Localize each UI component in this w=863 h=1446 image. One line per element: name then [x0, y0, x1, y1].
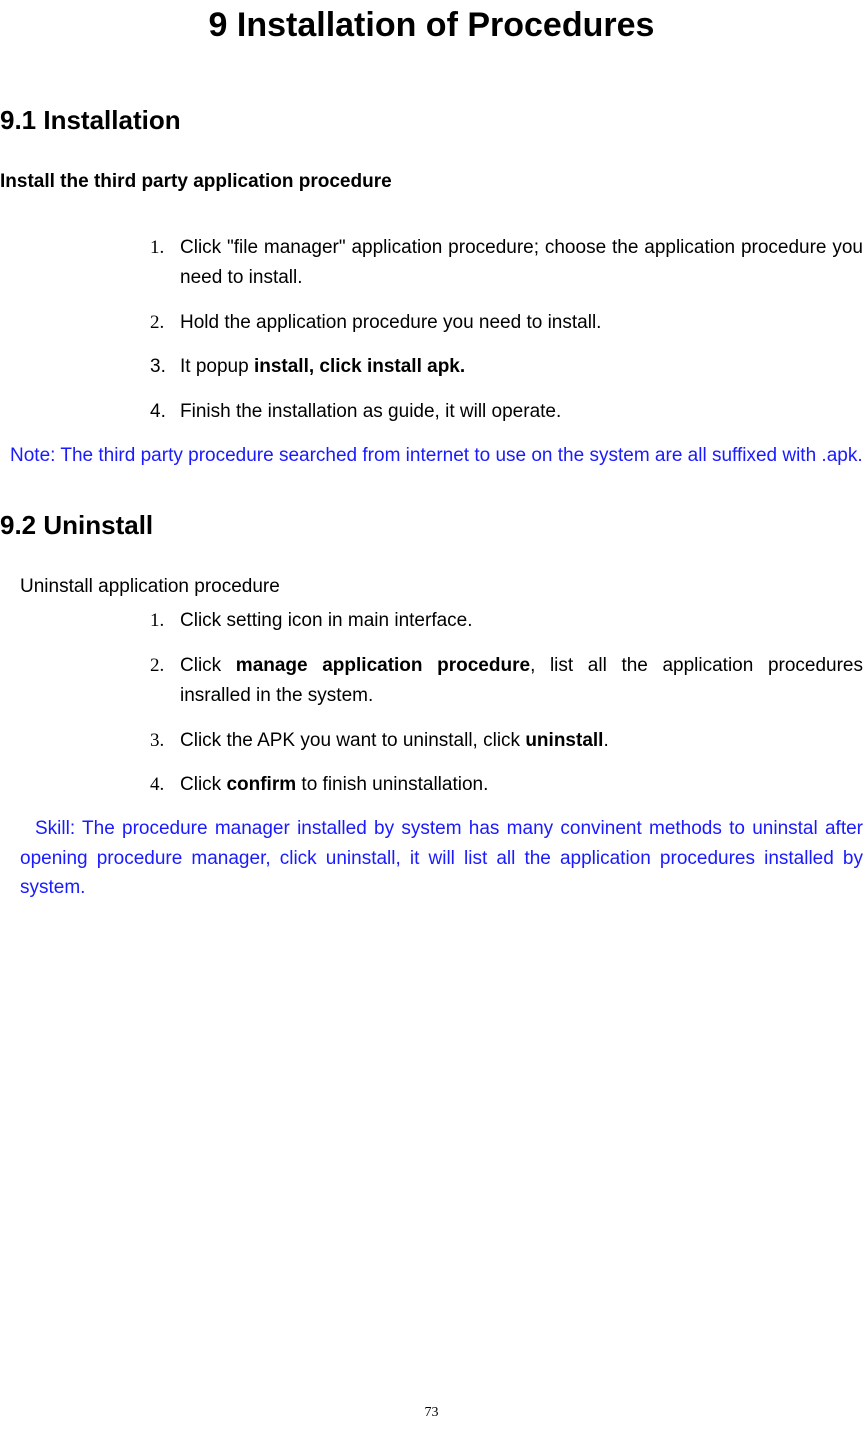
list-item: 4. Click confirm to finish uninstallatio…: [150, 770, 863, 800]
list-content: Click setting icon in main interface.: [180, 606, 863, 636]
text: It popup: [180, 356, 254, 377]
text: Click: [180, 655, 236, 676]
section-92-title: 9.2 Uninstall: [0, 510, 863, 541]
uninstall-list: 1. Click setting icon in main interface.…: [150, 606, 863, 800]
list-content: Click manage application procedure, list…: [180, 651, 863, 712]
text: .: [603, 730, 608, 751]
list-item: 1. Click "file manager" application proc…: [150, 233, 863, 294]
list-content: Hold the application procedure you need …: [180, 308, 863, 338]
list-item: 3. Click the APK you want to uninstall, …: [150, 726, 863, 756]
text: Click the APK you want to uninstall, cli…: [180, 730, 525, 751]
bold-text: manage application procedure: [236, 655, 530, 676]
install-list: 1. Click "file manager" application proc…: [150, 233, 863, 427]
list-marker: 4.: [150, 397, 180, 427]
section-91-title: 9.1 Installation: [0, 105, 863, 136]
list-content: Click confirm to finish uninstallation.: [180, 770, 863, 800]
install-note: Note: The third party procedure searched…: [10, 441, 863, 470]
list-marker: 1.: [150, 233, 180, 294]
list-content: Click "file manager" application procedu…: [180, 233, 863, 294]
list-marker: 4.: [150, 770, 180, 800]
chapter-title: 9 Installation of Procedures: [0, 6, 863, 45]
list-item: 1. Click setting icon in main interface.: [150, 606, 863, 636]
section-91-subtitle: Install the third party application proc…: [0, 171, 863, 193]
list-content: It popup install, click install apk.: [180, 352, 863, 382]
list-item: 2. Hold the application procedure you ne…: [150, 308, 863, 338]
page-number: 73: [0, 1405, 863, 1421]
list-content: Click the APK you want to uninstall, cli…: [180, 726, 863, 756]
bold-text: uninstall: [525, 730, 603, 751]
list-marker: 3.: [150, 352, 180, 382]
list-item: 3. It popup install, click install apk.: [150, 352, 863, 382]
list-marker: 3.: [150, 726, 180, 756]
section-92-intro: Uninstall application procedure: [20, 576, 863, 598]
list-marker: 1.: [150, 606, 180, 636]
list-item: 2. Click manage application procedure, l…: [150, 651, 863, 712]
bold-text: confirm: [226, 774, 296, 795]
list-content: Finish the installation as guide, it wil…: [180, 397, 863, 427]
list-item: 4. Finish the installation as guide, it …: [150, 397, 863, 427]
list-marker: 2.: [150, 651, 180, 712]
text: Click: [180, 774, 226, 795]
bold-text: install, click install apk.: [254, 356, 465, 377]
text: to finish uninstallation.: [296, 774, 488, 795]
list-marker: 2.: [150, 308, 180, 338]
uninstall-skill: Skill: The procedure manager installed b…: [20, 814, 863, 902]
